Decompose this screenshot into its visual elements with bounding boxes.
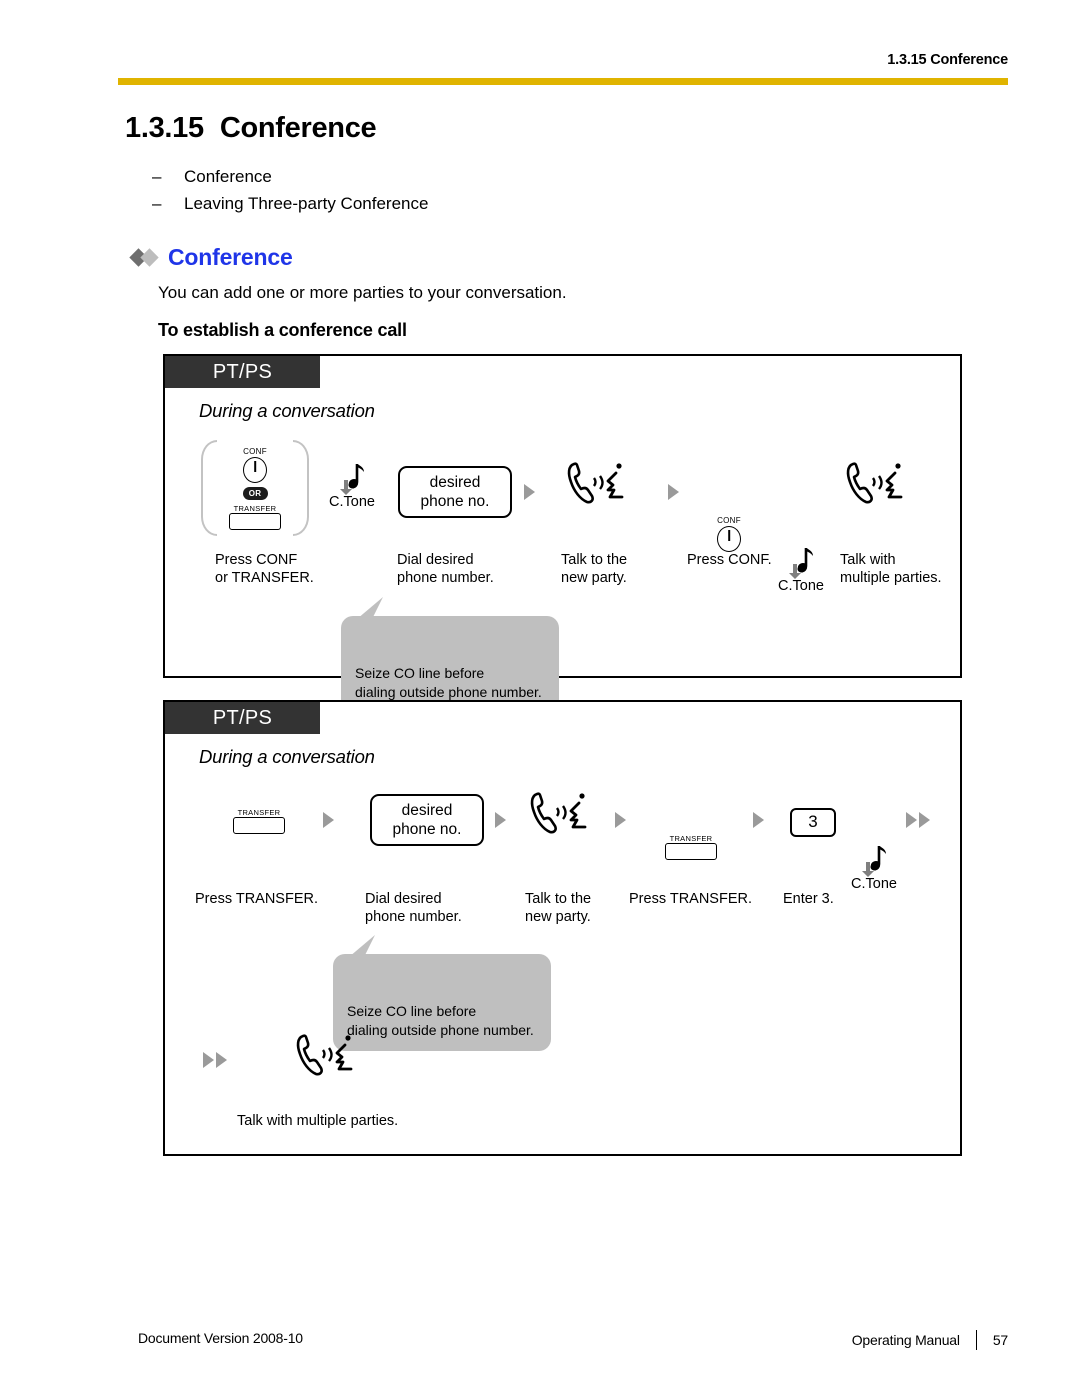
diagram-conference-ptps-1: PT/PS During a conversation CONF OR TRAN… — [163, 354, 962, 713]
diagram1-ctone-1: C.Tone — [326, 462, 378, 510]
diagram2-ctone: C.Tone — [848, 844, 900, 892]
arrow-triangle-icon — [919, 812, 930, 828]
transfer-key-caption: TRANSFER — [237, 808, 281, 817]
diagram2-caption-4: Press TRANSFER. — [629, 891, 753, 907]
footer-document-version: Document Version 2008-10 — [138, 1330, 303, 1346]
diagram2-arrow-3 — [615, 812, 626, 828]
arrow-triangle-icon — [203, 1052, 214, 1068]
diagram1-step1-keygroup: CONF OR TRANSFER — [201, 440, 309, 536]
transfer-key-caption: TRANSFER — [233, 503, 277, 513]
arrow-triangle-icon — [906, 812, 917, 828]
ctone-label: C.Tone — [851, 876, 897, 892]
diagram1-arrow-2 — [668, 484, 679, 500]
arrow-triangle-icon — [216, 1052, 227, 1068]
key-alternatives-brace: CONF OR TRANSFER — [201, 440, 309, 536]
diagram2-digit-key-3[interactable]: 3 — [790, 808, 836, 837]
section-intro-text: You can add one or more parties to your … — [158, 283, 567, 302]
list-item: – Conference — [152, 163, 428, 190]
callout-tail — [357, 597, 383, 619]
diagram2-ptps-badge: PT/PS — [165, 702, 320, 734]
diagram2-talk-icon-final — [293, 1032, 355, 1089]
diagram2-talk-icon-1 — [527, 790, 589, 847]
music-note-icon — [862, 846, 886, 877]
ctone-label: C.Tone — [778, 578, 824, 594]
diagram1-ptps-badge: PT/PS — [165, 356, 320, 388]
section-heading: Conference — [129, 244, 293, 271]
talk-handset-icon — [296, 1034, 353, 1076]
list-item-label: Leaving Three-party Conference — [184, 194, 429, 213]
running-header: 1.3.15 Conference — [887, 52, 1008, 68]
page-title-number: 1.3.15 — [125, 112, 204, 144]
transfer-key-caption: TRANSFER — [669, 834, 713, 843]
diagram1-talk-icon-2 — [843, 460, 905, 517]
list-item: – Leaving Three-party Conference — [152, 190, 428, 217]
or-badge: OR — [242, 486, 268, 500]
diagram2-caption-2: Dial desired phone number. — [365, 891, 462, 925]
conf-round-button-icon — [717, 526, 741, 552]
document-page: 1.3.15 Conference 1.3.15 Conference – Con… — [0, 0, 1080, 1397]
conf-round-button-icon — [243, 456, 267, 483]
diagram2-caption-3: Talk to the new party. — [525, 891, 592, 925]
transfer-rect-button-icon — [665, 843, 717, 860]
diagram2-continue-arrow-bottom — [203, 1052, 227, 1068]
music-note-icon — [789, 548, 813, 579]
diagram2-final-caption: Talk with multiple parties. — [237, 1113, 399, 1129]
diagram1-caption-3: Talk to the new party. — [561, 552, 628, 586]
diagram1-callout-bubble: Seize CO line before dialing outside pho… — [341, 597, 559, 713]
transfer-rect-button-icon — [229, 512, 281, 530]
diagram1-caption-4: Press CONF. — [687, 552, 772, 568]
diagram1-arrow-1 — [524, 484, 535, 500]
ctone-label: C.Tone — [329, 494, 375, 510]
music-note-icon — [340, 464, 364, 495]
callout-text: Seize CO line before dialing outside pho… — [347, 1003, 534, 1038]
diamond-light-icon — [140, 248, 159, 267]
diagram2-arrow-1 — [323, 812, 334, 828]
talk-handset-icon — [530, 792, 587, 834]
footer-right: Operating Manual 57 — [852, 1330, 1008, 1350]
page-title-text: Conference — [219, 112, 377, 144]
talk-handset-icon — [567, 462, 624, 504]
diagram2-callout-bubble: Seize CO line before dialing outside pho… — [333, 935, 551, 1051]
callout-tail — [349, 935, 375, 957]
diagram-conference-ptps-2: PT/PS During a conversation TRANSFER des… — [163, 700, 962, 1156]
diagram2-continue-arrow-top — [906, 812, 930, 828]
header-rule — [118, 78, 1008, 85]
transfer-button-key[interactable]: TRANSFER — [229, 504, 281, 530]
diagram1-caption-1: Press CONF or TRANSFER. — [215, 552, 314, 586]
list-item-label: Conference — [184, 167, 272, 186]
diagram1-conf-key-2[interactable]: CONF — [709, 516, 749, 552]
diagram2-desired-phone-box[interactable]: desired phone no. — [370, 794, 484, 846]
conf-key-caption: CONF — [717, 516, 741, 525]
diagram1-context-label: During a conversation — [199, 400, 375, 421]
diagram2-caption-5: Enter 3. — [783, 891, 834, 907]
footer-divider — [975, 1330, 977, 1350]
section-subheading: To establish a conference call — [158, 320, 407, 340]
diagram1-ctone-2: C.Tone — [775, 546, 827, 594]
list-dash: – — [152, 167, 162, 186]
footer-page-number: 57 — [992, 1332, 1008, 1348]
diagram1-caption-2: Dial desired phone number. — [397, 552, 494, 586]
diagram1-caption-5: Talk with multiple parties. — [840, 552, 942, 586]
diagram2-context-label: During a conversation — [199, 746, 375, 767]
transfer-rect-button-icon — [233, 817, 285, 834]
footer-manual-label: Operating Manual — [851, 1332, 960, 1348]
diagram2-arrow-2 — [495, 812, 506, 828]
list-dash: – — [152, 194, 162, 213]
diagram2-transfer-key-1[interactable]: TRANSFER — [233, 808, 285, 834]
conf-button-key[interactable]: CONF — [235, 447, 275, 483]
diagram1-talk-icon-1 — [564, 460, 626, 517]
diagram2-transfer-key-2[interactable]: TRANSFER — [665, 834, 717, 860]
page-title: 1.3.15 Conference — [125, 112, 377, 145]
conf-key-caption: CONF — [243, 446, 267, 456]
diagram2-arrow-4 — [753, 812, 764, 828]
diagram2-caption-1: Press TRANSFER. — [195, 891, 319, 907]
talk-handset-icon — [846, 462, 903, 504]
section-heading-label: Conference — [168, 244, 293, 270]
diagram1-desired-phone-box[interactable]: desired phone no. — [398, 466, 512, 518]
topic-list: – Conference – Leaving Three-party Confe… — [152, 163, 428, 217]
callout-text: Seize CO line before dialing outside pho… — [355, 665, 542, 700]
